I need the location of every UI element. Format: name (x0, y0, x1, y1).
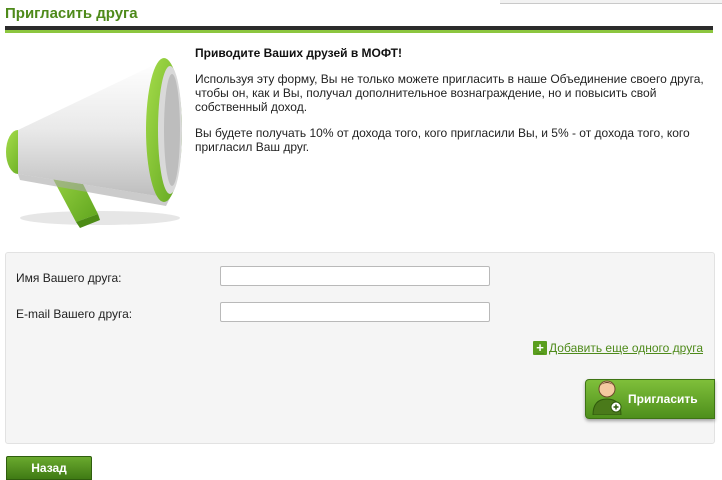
back-button[interactable]: Назад (6, 456, 92, 480)
intro-paragraph-1: Используя эту форму, Вы не только можете… (195, 72, 704, 114)
invite-button-label: Пригласить (628, 392, 698, 406)
intro-section: Приводите Ваших друзей в МОФТ! Используя… (195, 46, 710, 166)
friend-email-input[interactable] (220, 302, 490, 322)
page-title: Пригласить друга (5, 5, 138, 22)
top-accent-bar (500, 0, 722, 4)
add-another-friend-link[interactable]: + Добавить еще одного друга (533, 341, 703, 355)
intro-paragraph-2: Вы будете получать 10% от дохода того, к… (195, 126, 690, 154)
user-add-icon (592, 380, 622, 415)
invite-form-panel: Имя Вашего друга: E-mail Вашего друга: +… (5, 252, 715, 444)
friend-email-label: E-mail Вашего друга: (16, 307, 133, 321)
friend-name-label: Имя Вашего друга: (16, 271, 122, 285)
friend-name-input[interactable] (220, 266, 490, 286)
intro-heading: Приводите Ваших друзей в МОФТ! (195, 46, 402, 60)
invite-button[interactable]: Пригласить (585, 379, 715, 419)
title-divider (5, 26, 713, 33)
megaphone-icon (6, 58, 182, 228)
add-another-friend-label: Добавить еще одного друга (549, 341, 703, 355)
plus-icon: + (533, 341, 548, 355)
